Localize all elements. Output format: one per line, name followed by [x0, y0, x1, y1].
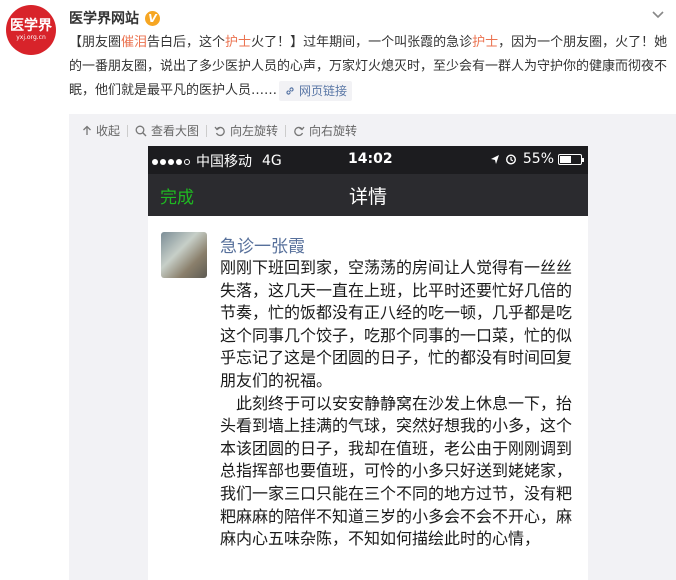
post-text: 【朋友圈催泪告白后，这个护士火了！】过年期间，一个叫张霞的急诊护士，因为一个朋友… — [69, 31, 669, 103]
message-paragraph: 刚刚下班回到家，空荡荡的房间让人觉得有一丝丝失落，这几天一直在上班，比平时还要忙… — [220, 258, 573, 390]
battery-icon — [558, 153, 584, 165]
web-link-button[interactable]: 网页链接 — [279, 80, 353, 101]
rotate-right-label: 向右旋转 — [309, 124, 358, 138]
post-text-part: 告白后，这个 — [147, 35, 226, 50]
post-text-part: 火了！】过年期间，一个叫张霞的急诊 — [251, 35, 473, 50]
post-text-part: 【朋友圈 — [69, 35, 122, 50]
rotate-right-button[interactable]: 向右旋转 — [293, 122, 357, 139]
chevron-down-icon[interactable] — [650, 6, 666, 22]
sender-name: 急诊一张霞 — [220, 237, 305, 257]
message-content: 急诊一张霞 刚刚下班回到家，空荡荡的房间让人觉得有一丝丝失落，这几天一直在上班，… — [148, 216, 588, 580]
media-toolbar: 收起 查看大图 向左旋转 向右旋转 — [82, 122, 357, 139]
sender-avatar — [161, 232, 207, 278]
signal-icon — [152, 153, 192, 169]
media-viewer: 收起 查看大图 向左旋转 向右旋转 中国移动 4G 14:02 55% 完成 详… — [69, 114, 676, 580]
battery-percent: 55% — [522, 151, 554, 167]
post-highlight: 催泪 — [121, 35, 148, 50]
divider — [127, 124, 129, 137]
message-paragraph: 此刻终于可以安安静静窝在沙发上休息一下，抬头看到墙上挂满的气球，突然好想我的小多… — [220, 393, 573, 549]
status-time: 14:02 — [348, 151, 393, 167]
alarm-icon — [505, 154, 516, 165]
post-highlight: 护士 — [225, 35, 252, 50]
logo-url: yxj.org.cn — [16, 33, 46, 41]
post-image[interactable]: 中国移动 4G 14:02 55% 完成 详情 急诊一张霞 刚刚下班回到家，空荡… — [148, 146, 588, 580]
view-large-label: 查看大图 — [151, 124, 200, 138]
phone-nav-bar: 完成 详情 — [148, 174, 588, 216]
post-highlight: 护士 — [472, 35, 499, 50]
arrow-up-icon — [83, 125, 91, 135]
verified-icon: V — [145, 10, 160, 26]
username[interactable]: 医学界网站 — [69, 8, 139, 28]
divider — [206, 124, 208, 137]
web-link-label: 网页链接 — [299, 83, 348, 98]
rotate-right-icon — [294, 126, 305, 136]
network-type: 4G — [262, 153, 282, 169]
account-avatar[interactable]: 医学界 yxj.org.cn — [6, 5, 56, 55]
view-large-button[interactable]: 查看大图 — [135, 122, 199, 139]
logo-text: 医学界 — [10, 17, 52, 34]
divider — [285, 124, 287, 137]
rotate-left-button[interactable]: 向左旋转 — [214, 122, 278, 139]
rotate-left-label: 向左旋转 — [230, 124, 279, 138]
phone-status-bar: 中国移动 4G 14:02 55% — [148, 146, 588, 174]
nav-title: 详情 — [348, 186, 387, 208]
link-icon — [286, 86, 294, 95]
post-header: 医学界网站 V — [69, 8, 160, 28]
carrier-info: 中国移动 4G — [152, 151, 282, 171]
rotate-left-icon — [214, 126, 225, 136]
status-right: 55% — [490, 151, 584, 167]
message-body: 刚刚下班回到家，空荡荡的房间让人觉得有一丝丝失落，这几天一直在上班，比平时还要忙… — [220, 257, 572, 551]
collapse-label: 收起 — [96, 124, 121, 138]
zoom-icon — [135, 125, 147, 136]
location-icon — [490, 154, 499, 164]
collapse-button[interactable]: 收起 — [82, 122, 120, 139]
carrier-name: 中国移动 — [196, 154, 252, 170]
